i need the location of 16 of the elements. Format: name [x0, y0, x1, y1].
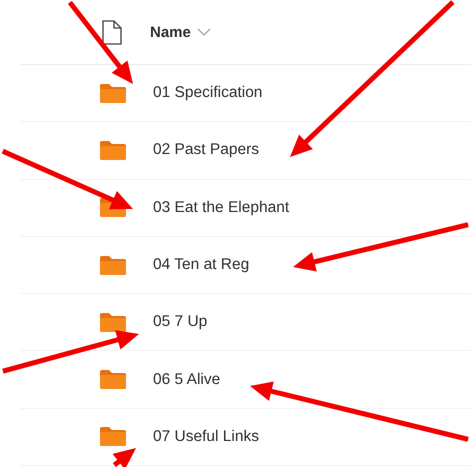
folder-icon — [100, 256, 126, 275]
folder-icon — [100, 427, 126, 446]
folder-icon — [100, 84, 126, 103]
folder-name[interactable]: 01 Specification — [153, 84, 262, 102]
folder-name[interactable]: 03 Eat the Elephant — [153, 198, 290, 217]
folder-icon — [100, 140, 126, 160]
folder-name[interactable]: 07 Useful Links — [153, 428, 259, 446]
file-icon — [102, 20, 122, 44]
folder-icon — [100, 312, 126, 332]
folder-name[interactable]: 06 5 Alive — [153, 370, 220, 389]
folder-name[interactable]: 05 7 Up — [153, 313, 208, 332]
chevron-down-icon[interactable] — [196, 28, 211, 36]
folder-name[interactable]: 02 Past Papers — [153, 141, 259, 160]
folder-name[interactable]: 04 Ten at Reg — [153, 256, 250, 274]
column-header[interactable]: Name — [150, 24, 191, 40]
folder-icon — [100, 370, 126, 390]
